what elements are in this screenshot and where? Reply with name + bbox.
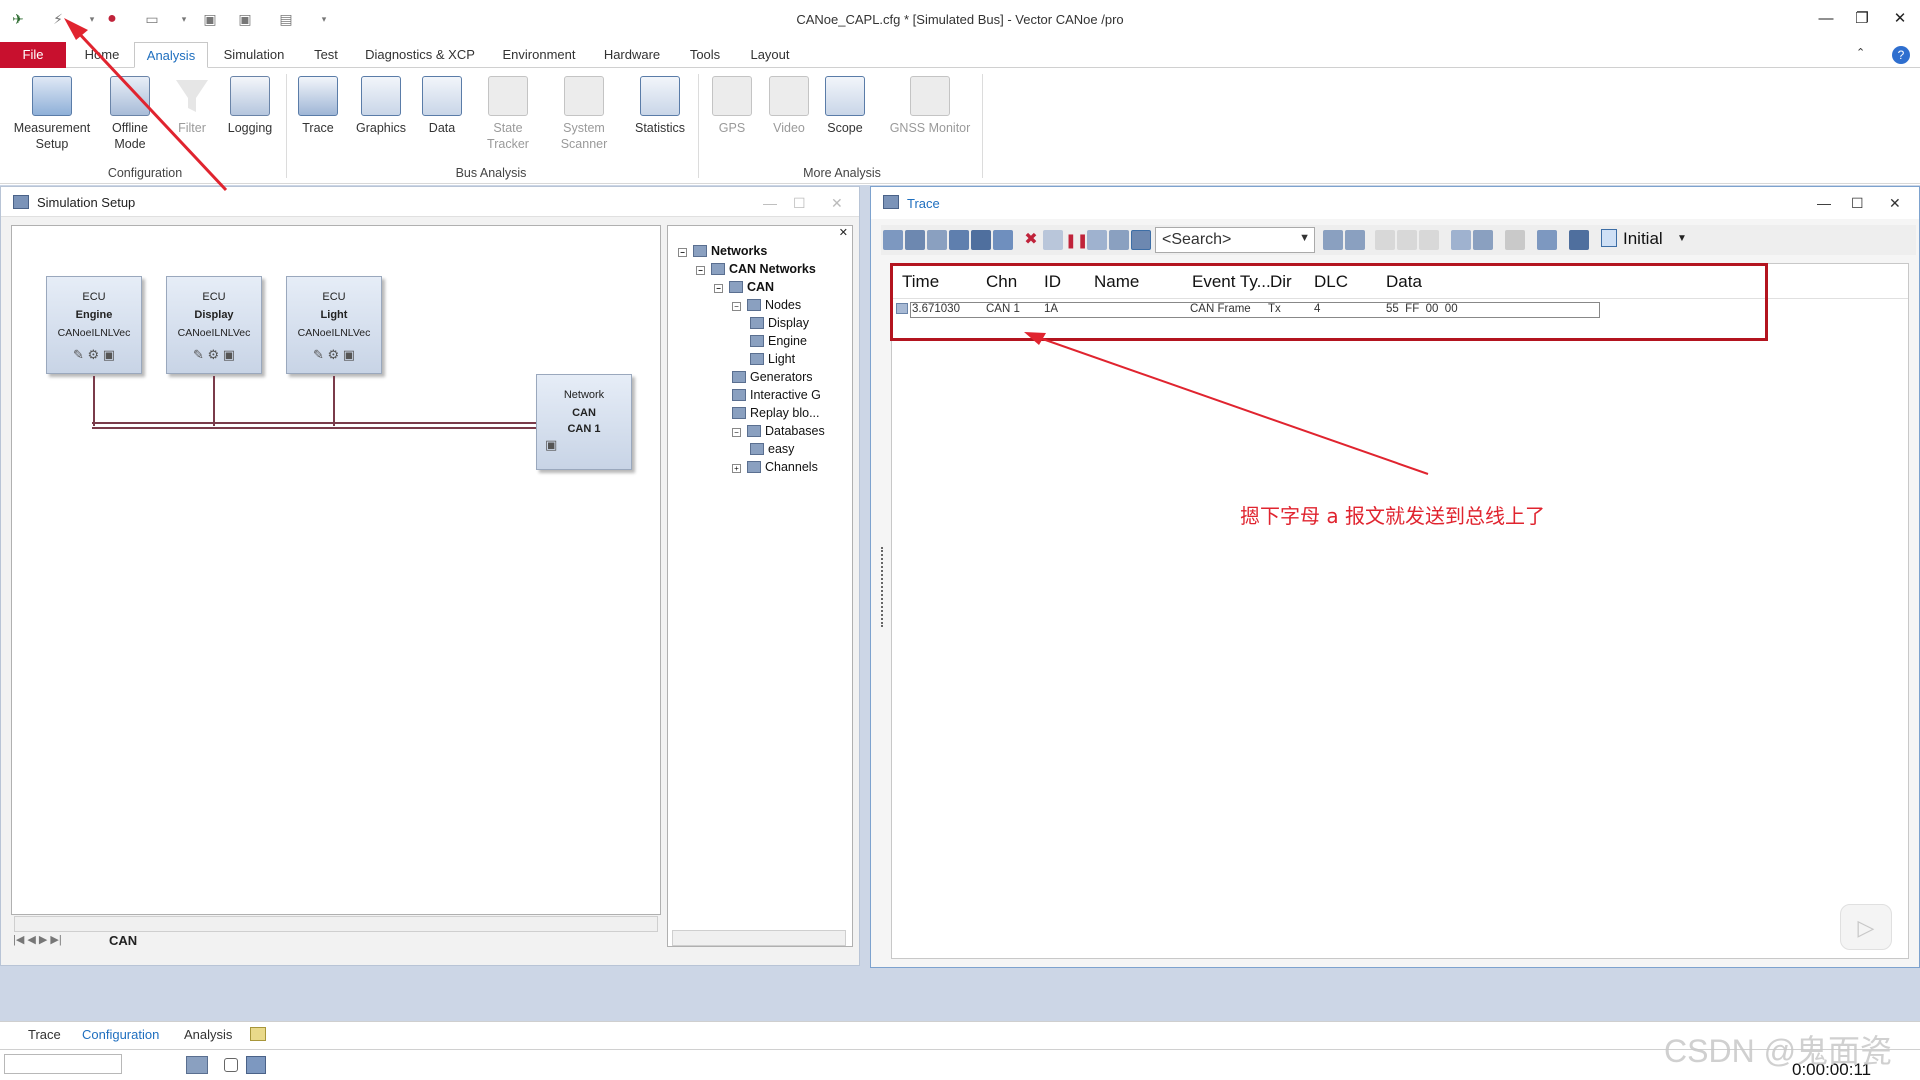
panel-icon[interactable] bbox=[246, 1056, 266, 1074]
status-bar: 0:00:00:11 CSDN @鬼面瓷 bbox=[0, 1033, 1920, 1079]
bottom-tab-trace[interactable]: Trace bbox=[28, 1027, 61, 1042]
bottom-tab-bar: Trace Configuration Analysis bbox=[0, 1021, 1920, 1047]
arrowhead bbox=[64, 18, 88, 40]
capl-icon[interactable] bbox=[186, 1056, 208, 1074]
annotation-text: 摁下字母 a 报文就发送到总线上了 bbox=[1240, 504, 1545, 528]
status-input[interactable] bbox=[4, 1054, 122, 1074]
new-desktop-icon[interactable] bbox=[250, 1027, 266, 1041]
arrowhead bbox=[1024, 332, 1046, 345]
annotation-arrow bbox=[1033, 335, 1429, 475]
annotation-arrows bbox=[64, 18, 1429, 475]
bottom-tab-analysis[interactable]: Analysis bbox=[184, 1027, 232, 1042]
stop-indicator-icon bbox=[224, 1058, 238, 1072]
annotation-arrow bbox=[72, 26, 228, 192]
watermark: CSDN @鬼面瓷 bbox=[1664, 1033, 1893, 1069]
bottom-tab-configuration[interactable]: Configuration bbox=[82, 1027, 159, 1042]
